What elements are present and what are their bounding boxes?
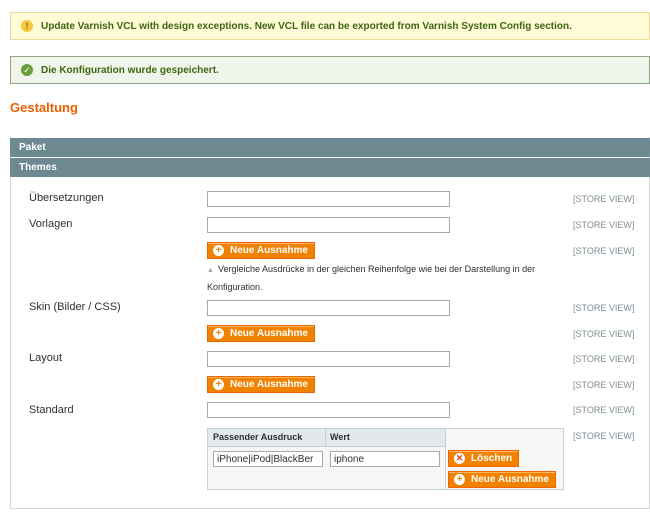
- field-label-templates: Vorlagen: [29, 218, 73, 230]
- templates-add-exception-button[interactable]: + Neue Ausnahme: [207, 242, 315, 259]
- plus-circle-icon: +: [213, 379, 224, 390]
- field-label-default: Standard: [29, 404, 74, 416]
- scope-label: [STORE VIEW]: [573, 303, 635, 313]
- scope-label: [STORE VIEW]: [573, 405, 635, 415]
- button-label: Neue Ausnahme: [230, 328, 308, 339]
- expression-input[interactable]: [213, 451, 323, 467]
- page-title: Gestaltung: [10, 100, 78, 115]
- button-label: Neue Ausnahme: [230, 379, 308, 390]
- grid-add-exception-button[interactable]: + Neue Ausnahme: [448, 471, 556, 488]
- button-label: Neue Ausnahme: [471, 474, 549, 485]
- field-label-skin: Skin (Bilder / CSS): [29, 301, 121, 313]
- x-circle-icon: ✕: [454, 453, 465, 464]
- delete-exception-button[interactable]: ✕ Löschen: [448, 450, 520, 467]
- plus-circle-icon: +: [213, 328, 224, 339]
- lightbulb-icon: !: [21, 20, 33, 32]
- button-label: Löschen: [471, 453, 513, 464]
- scope-label: [STORE VIEW]: [573, 194, 635, 204]
- translations-input[interactable]: [207, 191, 450, 207]
- scope-label: [STORE VIEW]: [573, 380, 635, 390]
- section-header-themes[interactable]: Themes: [10, 158, 650, 177]
- hint-text: Vergleiche Ausdrücke in der gleichen Rei…: [207, 264, 536, 292]
- layout-add-exception-button[interactable]: + Neue Ausnahme: [207, 376, 315, 393]
- plus-circle-icon: +: [454, 474, 465, 485]
- field-label-layout: Layout: [29, 352, 63, 364]
- skin-input[interactable]: [207, 300, 450, 316]
- exception-hint: ▲ Vergleiche Ausdrücke in der gleichen Re…: [207, 261, 557, 295]
- column-header-value: Wert: [330, 432, 350, 442]
- layout-input[interactable]: [207, 351, 450, 367]
- check-circle-icon: ✓: [21, 64, 33, 76]
- notice-text: Update Varnish VCL with design exception…: [41, 20, 572, 32]
- exceptions-grid: Passender Ausdruck Wert ✕ Löschen + Neue…: [207, 428, 564, 490]
- default-input[interactable]: [207, 402, 450, 418]
- templates-input[interactable]: [207, 217, 450, 233]
- scope-label: [STORE VIEW]: [573, 220, 635, 230]
- scope-label: [STORE VIEW]: [573, 246, 635, 256]
- success-text: Die Konfiguration wurde gespeichert.: [41, 64, 219, 76]
- scope-label: [STORE VIEW]: [573, 431, 635, 441]
- notice-message: ! Update Varnish VCL with design excepti…: [10, 12, 650, 40]
- button-label: Neue Ausnahme: [230, 245, 308, 256]
- success-message: ✓ Die Konfiguration wurde gespeichert.: [10, 56, 650, 84]
- section-header-paket[interactable]: Paket: [10, 138, 650, 157]
- scope-label: [STORE VIEW]: [573, 354, 635, 364]
- plus-circle-icon: +: [213, 245, 224, 256]
- scope-label: [STORE VIEW]: [573, 329, 635, 339]
- field-label-translations: Übersetzungen: [29, 192, 104, 204]
- value-input[interactable]: [330, 451, 440, 467]
- column-header-expression: Passender Ausdruck: [213, 432, 303, 442]
- triangle-up-icon: ▲: [207, 267, 214, 274]
- skin-add-exception-button[interactable]: + Neue Ausnahme: [207, 325, 315, 342]
- grid-header-row: Passender Ausdruck Wert: [208, 429, 445, 447]
